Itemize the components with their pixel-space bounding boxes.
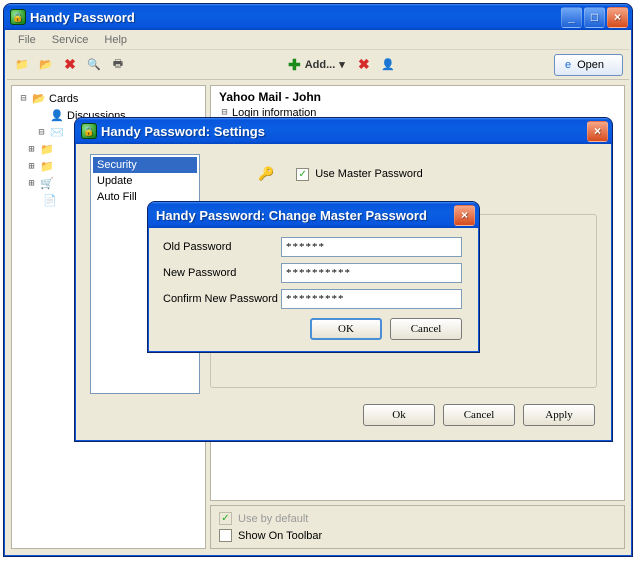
new-password-label: New Password (151, 267, 281, 279)
collapse-icon[interactable]: ⊟ (36, 127, 47, 138)
show-toolbar-check[interactable]: Show On Toolbar (219, 529, 616, 542)
folder-icon: 📁 (39, 143, 55, 156)
minimize-button[interactable]: _ (561, 7, 582, 28)
close-button[interactable]: × (587, 121, 608, 142)
settings-button-row: Ok Cancel Apply (363, 404, 595, 426)
collapse-icon[interactable]: ⊟ (18, 93, 29, 104)
open-folder-icon[interactable]: 📂 (37, 56, 55, 74)
footer-pane: ✓ Use by default Show On Toolbar (210, 505, 625, 549)
main-titlebar[interactable]: 🔒 Handy Password _ □ × (4, 4, 632, 30)
mail-icon: ✉️ (49, 126, 65, 139)
change-password-dialog: Handy Password: Change Master Password ×… (147, 201, 480, 353)
main-title: Handy Password (26, 10, 561, 25)
person-icon[interactable]: 👤 (379, 56, 397, 74)
expand-icon[interactable]: ⊞ (26, 178, 37, 189)
checkbox-icon: ✓ (219, 512, 232, 525)
use-default-label: Use by default (238, 513, 308, 525)
old-password-label: Old Password (151, 241, 281, 253)
close-button[interactable]: × (607, 7, 628, 28)
expand-icon[interactable]: ⊞ (26, 161, 37, 172)
menu-service[interactable]: Service (45, 32, 96, 48)
app-icon: 🔒 (10, 9, 26, 25)
menu-file[interactable]: File (11, 32, 43, 48)
category-security[interactable]: Security (93, 157, 197, 173)
use-default-check: ✓ Use by default (219, 512, 616, 525)
old-password-input[interactable] (281, 237, 462, 257)
ok-button[interactable]: OK (310, 318, 382, 340)
maximize-button[interactable]: □ (584, 7, 605, 28)
new-password-input[interactable] (281, 263, 462, 283)
key-icon: 🔑 (258, 166, 274, 182)
doc-icon: 📄 (42, 194, 58, 207)
tree-root-label: Cards (49, 93, 78, 105)
cancel-button[interactable]: Cancel (443, 404, 515, 426)
tree-root[interactable]: ⊟ 📂 Cards (14, 90, 203, 107)
search-icon[interactable]: 🔍 (85, 56, 103, 74)
use-master-check[interactable]: 🔑 ✓ Use Master Password (258, 166, 589, 182)
ie-icon: e (565, 59, 571, 71)
category-update[interactable]: Update (93, 173, 197, 189)
details-header: Yahoo Mail - John (219, 90, 616, 104)
use-master-label: Use Master Password (315, 168, 423, 180)
open-label: Open (577, 59, 604, 71)
close-button[interactable]: × (454, 205, 475, 226)
checkbox-icon[interactable]: ✓ (296, 168, 309, 181)
plus-icon: ✚ (288, 56, 301, 74)
ok-button[interactable]: Ok (363, 404, 435, 426)
delete2-icon[interactable]: ✖ (355, 56, 373, 74)
open-button[interactable]: e Open (554, 54, 623, 76)
cancel-button[interactable]: Cancel (390, 318, 462, 340)
delete-icon[interactable]: ✖ (61, 56, 79, 74)
folder-icon: 📂 (31, 92, 47, 105)
confirm-password-label: Confirm New Password (151, 293, 281, 305)
checkbox-icon[interactable] (219, 529, 232, 542)
apply-button[interactable]: Apply (523, 404, 595, 426)
settings-title: Handy Password: Settings (97, 124, 587, 139)
cpw-titlebar[interactable]: Handy Password: Change Master Password × (148, 202, 479, 228)
old-password-row: Old Password (151, 234, 476, 260)
app-icon: 🔒 (81, 123, 97, 139)
confirm-password-row: Confirm New Password (151, 286, 476, 312)
toolbar: 📁 📂 ✖ 🔍 🖶 ✚ Add... ▾ ✖ 👤 e Open (7, 50, 629, 80)
dropdown-icon: ▾ (339, 58, 345, 71)
menu-bar: File Service Help (7, 30, 629, 50)
settings-titlebar[interactable]: 🔒 Handy Password: Settings × (75, 118, 612, 144)
expand-icon[interactable]: ⊞ (26, 144, 37, 155)
print-icon[interactable]: 🖶 (109, 56, 127, 74)
person-small-icon: 👤 (49, 109, 65, 122)
add-button[interactable]: ✚ Add... ▾ (284, 54, 349, 76)
new-folder-icon[interactable]: 📁 (13, 56, 31, 74)
cpw-title: Handy Password: Change Master Password (154, 208, 454, 223)
add-label: Add... (305, 59, 336, 71)
confirm-password-input[interactable] (281, 289, 462, 309)
show-toolbar-label: Show On Toolbar (238, 530, 322, 542)
new-password-row: New Password (151, 260, 476, 286)
folder-icon: 📁 (39, 160, 55, 173)
menu-help[interactable]: Help (97, 32, 134, 48)
cart-icon: 🛒 (39, 177, 55, 190)
